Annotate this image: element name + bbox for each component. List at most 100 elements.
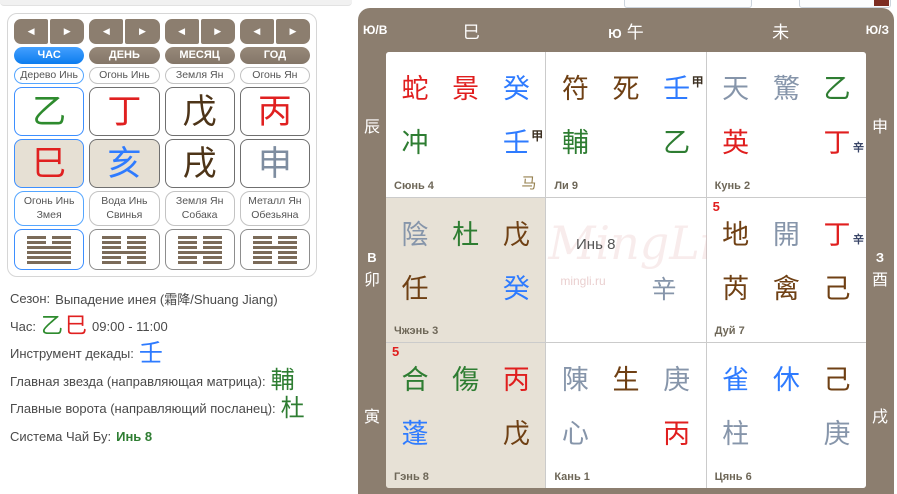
next-year-button[interactable]: ▶ <box>275 19 310 44</box>
palace-li9-char: 符 <box>561 74 589 104</box>
grid-left-bar: 辰 В 卯 寅 <box>358 52 386 488</box>
season-line: Сезон: Выпадение инея (霜降/Shuang Jiang) <box>10 285 305 313</box>
branch-day[interactable]: 亥 <box>89 139 160 188</box>
palace-gen8-char: 合 <box>401 365 429 396</box>
palace-xun4-label: Сюнь 4 <box>394 179 434 192</box>
grid-right-branch-3: 戌 <box>871 409 888 427</box>
branch-year[interactable]: 申 <box>239 139 310 188</box>
palace-dui7-char: 地 <box>722 219 750 250</box>
grid-top-branch-3: 未 <box>772 22 790 42</box>
next-month-button[interactable]: ▶ <box>200 19 235 44</box>
palace-qian6-char: 柱 <box>722 419 750 450</box>
palace-kun2-char: 天 <box>722 74 750 104</box>
grid-right-bar: 申 З 酉 戌 <box>866 52 894 488</box>
palace-li9-r1: 符死壬甲 <box>561 74 704 104</box>
gate-label: Главные ворота (направляющий посланец): <box>10 401 276 417</box>
palace-xun4: 蛇景癸冲 壬甲 Сюнь 4 马 <box>386 52 546 197</box>
hexagram-hour[interactable] <box>14 229 85 270</box>
palace-gen8-badge: 5 <box>392 344 400 360</box>
palace-dui7-char: 芮 <box>722 273 750 304</box>
palace-qian6: 雀休己柱庚 Цянь 6 <box>706 343 866 488</box>
palace-kun2-char: 英 <box>722 128 750 158</box>
tab-hour[interactable]: ЧАС <box>14 47 85 64</box>
palace-xun4-horse-symbol: 马 <box>521 174 537 192</box>
hour-branch-char: 巳 <box>65 313 88 339</box>
palace-kan1-char: 陳 <box>561 365 589 396</box>
prev-month-button[interactable]: ◀ <box>164 19 199 44</box>
grid-top-branch-2: 午 <box>626 22 644 42</box>
cutoff-dropdown-button[interactable] <box>874 0 889 6</box>
palace-kun2-r2: 英 丁辛 <box>722 128 864 158</box>
palace-kan1-char: 丙 <box>663 419 691 450</box>
prev-day-button[interactable]: ◀ <box>89 19 124 44</box>
animal-label-year: Металл Ян Обезьяна <box>239 191 310 226</box>
palace-gen8-char: 蓬 <box>401 419 429 450</box>
hexagram-year[interactable] <box>239 229 310 270</box>
grid-top-branch-1: 巳 <box>462 22 480 42</box>
palace-li9-char: 輔 <box>561 128 589 158</box>
season-value: Выпадение инея (霜降/Shuang Jiang) <box>55 292 278 308</box>
hour-label: Час: <box>10 318 37 334</box>
palace-qian6-label: Цянь 6 <box>714 471 752 483</box>
palace-xun4-char: 景 <box>452 74 480 104</box>
palace-xun4-r2: 冲 壬甲 <box>401 128 544 158</box>
palace-kan1-r2: 心丙 <box>561 419 690 449</box>
palace-xun4-mark-char: 甲 <box>531 129 544 143</box>
palace-zhen3-char: 戊 <box>502 219 530 250</box>
palace-kan1: 陳生庚心丙 Кань 1 <box>546 343 706 488</box>
tab-month[interactable]: МЕСЯЦ <box>164 47 235 64</box>
stem-year[interactable]: 丙 <box>239 87 310 136</box>
palace-gen8: 5 合傷丙蓬戊 Гэнь 8 <box>386 343 546 488</box>
palace-gen8-char: 丙 <box>502 365 530 396</box>
tab-day[interactable]: ДЕНЬ <box>89 47 160 64</box>
hexagram-month[interactable] <box>164 229 235 270</box>
system-label: Система Чай Бу: <box>10 428 112 444</box>
hexagram-day[interactable] <box>89 229 160 270</box>
palace-gen8-r2: 蓬戊 <box>401 419 530 449</box>
decade-line: Инструмент декады: 壬 <box>10 340 305 368</box>
next-hour-button[interactable]: ▶ <box>50 19 85 44</box>
palace-li9-char: 乙 <box>663 128 691 158</box>
branch-month[interactable]: 戌 <box>164 139 235 188</box>
grid-corner-topright: Ю/З <box>865 23 890 37</box>
palace-kan1-r1: 陳生庚 <box>561 365 690 395</box>
prev-year-button[interactable]: ◀ <box>239 19 274 44</box>
stem-day[interactable]: 丁 <box>89 87 160 136</box>
palace-dui7: 5 地開丁辛芮禽己 Дуй 7 <box>706 197 866 343</box>
stem-hour[interactable]: 乙 <box>14 87 85 136</box>
prev-hour-button[interactable]: ◀ <box>14 19 49 44</box>
palace-qian6-char: 休 <box>772 365 800 396</box>
palace-li9: 符死壬甲輔乙 Ли 9 <box>546 52 706 197</box>
palace-li9-r2: 輔乙 <box>561 128 690 158</box>
animal-label-hour: Огонь Инь Змея <box>14 191 85 226</box>
grid-right-direction: З <box>875 249 885 265</box>
palace-zhen3-r2: 任癸 <box>401 274 530 304</box>
palace-zhen3-char: 癸 <box>502 273 530 304</box>
tab-year[interactable]: ГОД <box>239 47 310 64</box>
element-label-month: Земля Ян <box>164 67 235 84</box>
next-day-button[interactable]: ▶ <box>125 19 160 44</box>
palace-dui7-mark-char: 辛 <box>852 233 864 246</box>
stem-month[interactable]: 戊 <box>164 87 235 136</box>
grid-top-direction: Ю <box>608 25 622 41</box>
branch-hour[interactable]: 巳 <box>14 139 85 188</box>
palace-li9-char: 死 <box>612 74 640 104</box>
palace-kun2: 天驚乙英 丁辛 Кунь 2 <box>706 52 866 197</box>
palace-zhen3-char: 任 <box>401 273 429 304</box>
palace-kun2-mark-char: 辛 <box>852 142 864 154</box>
cutoff-input-right[interactable] <box>799 0 891 8</box>
palace-qian6-char: 雀 <box>722 365 750 396</box>
palace-center: MingLi mingli.ru Инь 8辛 <box>546 197 714 343</box>
palace-xun4-r1: 蛇景癸 <box>401 74 530 104</box>
hour-line: Час: 乙巳 09:00 - 11:00 <box>10 313 305 341</box>
watermark-url: mingli.ru <box>560 273 606 288</box>
palace-grid: 蛇景癸冲壬甲 Сюнь 4 马符死壬甲輔乙 Ли 9 天驚乙英丁辛 Кунь 2陰杜戊任癸… <box>386 52 866 488</box>
decade-value-char: 壬 <box>138 339 163 367</box>
pillar-nav-year: ◀ ▶ <box>239 19 310 44</box>
pillar-column-month: ◀ ▶ МЕСЯЦ Земля Ян 戊戌 Земля Ян Собака <box>164 19 235 271</box>
cutoff-input-left[interactable] <box>624 0 752 8</box>
grid-left-branch-3: 寅 <box>363 409 380 427</box>
palace-kan1-empty-slot <box>612 419 640 449</box>
center-system-label: Инь 8 <box>576 235 616 253</box>
palace-kan1-char: 庚 <box>663 365 691 396</box>
